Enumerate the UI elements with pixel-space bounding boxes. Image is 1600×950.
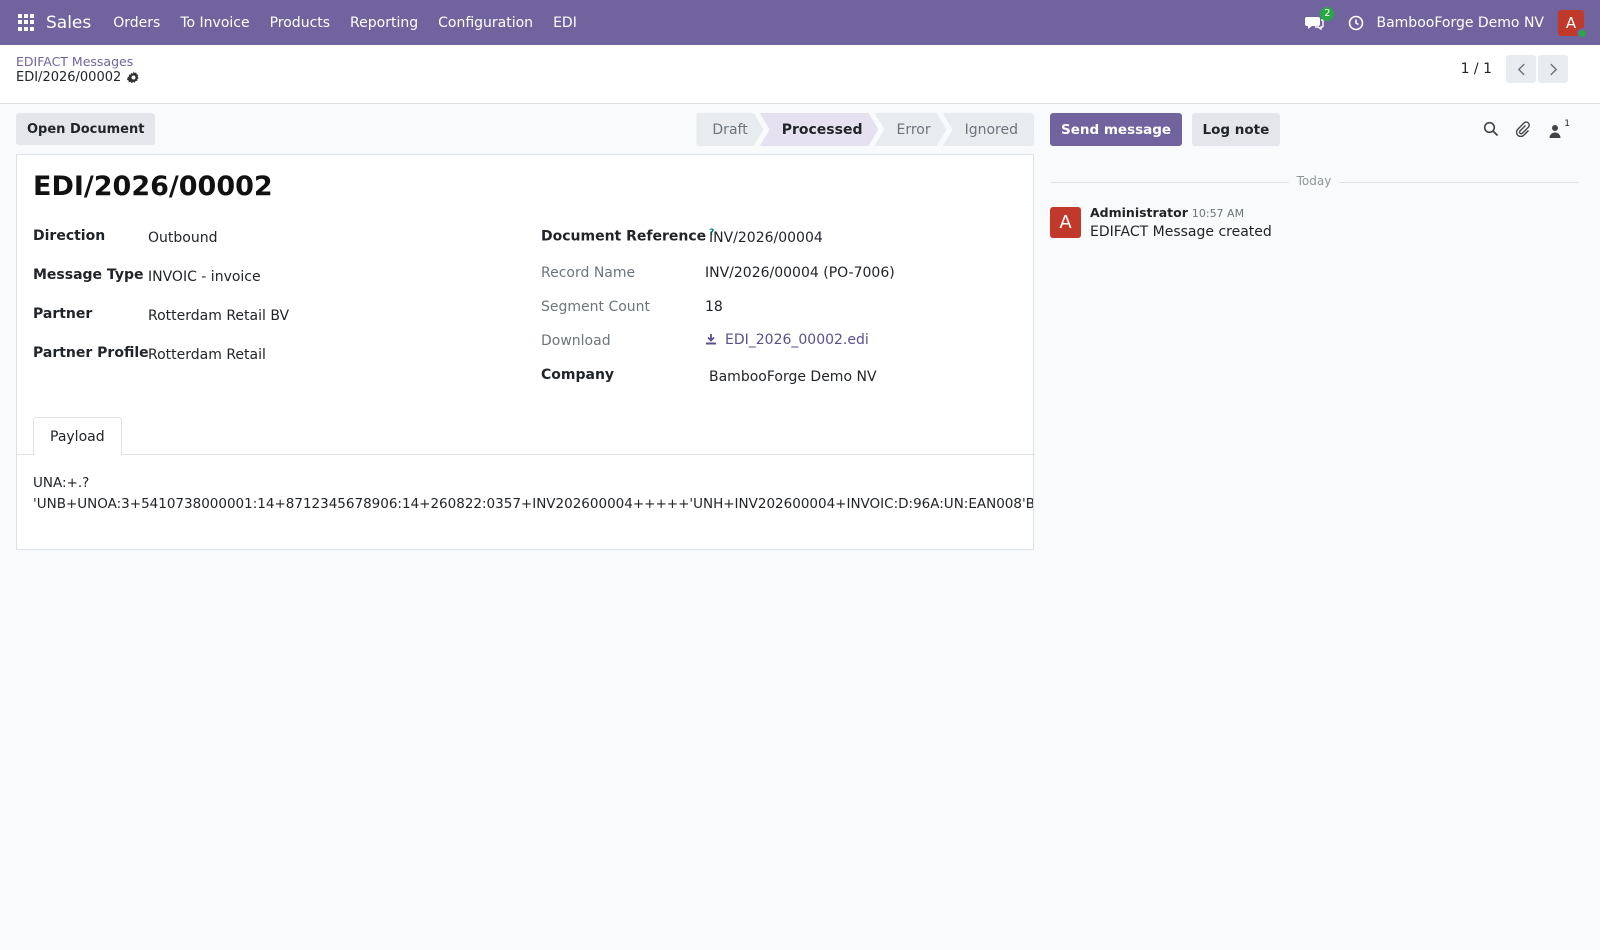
- payload-text: UNA:+.? 'UNB+UNOA:3+5410738000001:14+871…: [33, 473, 1033, 515]
- direction-value[interactable]: Outbound: [148, 230, 217, 246]
- menu-products[interactable]: Products: [260, 15, 340, 31]
- message-author-name[interactable]: Administrator: [1090, 205, 1188, 220]
- stage-ignored[interactable]: Ignored: [942, 113, 1034, 146]
- record-pager: 1 / 1: [1461, 55, 1568, 83]
- messages-icon[interactable]: 2: [1304, 6, 1335, 33]
- notebook-tabs: Payload: [17, 417, 1035, 456]
- chevron-left-icon: [1517, 63, 1525, 75]
- download-link[interactable]: EDI_2026_00002.edi: [705, 332, 869, 348]
- user-avatar-initial: A: [1565, 13, 1577, 32]
- breadcrumb-parent-link[interactable]: EDIFACT Messages: [16, 54, 133, 69]
- record-name-label: Record Name: [541, 265, 636, 281]
- breadcrumb-current-label: EDI/2026/00002: [16, 70, 122, 85]
- download-icon: [706, 334, 716, 345]
- pager-value[interactable]: 1 / 1: [1461, 61, 1492, 77]
- menu-orders[interactable]: Orders: [103, 15, 170, 31]
- app-grid-icon[interactable]: [18, 13, 36, 32]
- message-type-value[interactable]: INVOIC - invoice: [148, 269, 261, 285]
- payload-line-1: UNA:+.?: [33, 475, 90, 491]
- partner-value[interactable]: Rotterdam Retail BV: [148, 308, 289, 324]
- message-type-label: Message Type: [33, 267, 144, 283]
- send-message-button[interactable]: Send message: [1050, 113, 1183, 146]
- stage-draft[interactable]: Draft: [696, 113, 763, 146]
- segment-count-label: Segment Count: [541, 299, 651, 315]
- chevron-right-icon: [1549, 63, 1557, 75]
- followers-button[interactable]: 1: [1547, 119, 1570, 139]
- paperclip-icon[interactable]: [1515, 121, 1531, 141]
- online-status-dot: [1577, 27, 1588, 39]
- log-note-button[interactable]: Log note: [1191, 113, 1281, 146]
- control-panel: EDIFACT Messages EDI/2026/00002 1 / 1: [0, 45, 1600, 104]
- document-reference-label-text: Document Reference: [541, 228, 707, 245]
- chatter-message: A Administrator 10:57 AM EDIFACT Message …: [1050, 205, 1578, 245]
- menu-reporting[interactable]: Reporting: [340, 15, 428, 31]
- tab-payload[interactable]: Payload: [33, 417, 122, 456]
- stage-error[interactable]: Error: [874, 113, 946, 146]
- gear-icon[interactable]: [127, 71, 140, 84]
- partner-label: Partner: [33, 306, 93, 322]
- activity-clock-icon[interactable]: [1348, 15, 1364, 31]
- download-label: Download: [541, 333, 611, 349]
- date-separator: Today: [1050, 174, 1578, 190]
- pager-next-button[interactable]: [1538, 55, 1568, 83]
- segment-count-value: 18: [705, 299, 723, 315]
- date-separator-label: Today: [1288, 174, 1340, 188]
- user-avatar[interactable]: A: [1558, 9, 1588, 39]
- record-title: EDI/2026/00002: [33, 171, 273, 202]
- user-icon: [1549, 125, 1561, 138]
- form-sheet: EDI/2026/00002 Direction Outbound Messag…: [16, 154, 1035, 550]
- chatter-topbar: Send message Log note 1: [1050, 113, 1590, 146]
- download-filename[interactable]: EDI_2026_00002.edi: [725, 332, 869, 348]
- menu-to-invoice[interactable]: To Invoice: [170, 15, 259, 31]
- open-document-button[interactable]: Open Document: [16, 113, 156, 145]
- status-stages: Draft Processed Error Ignored: [696, 113, 1034, 146]
- partner-profile-value[interactable]: Rotterdam Retail: [148, 347, 266, 363]
- document-reference-value[interactable]: INV/2026/00004: [709, 230, 823, 246]
- company-switcher[interactable]: BambooForge Demo NV: [1376, 15, 1544, 31]
- stage-processed[interactable]: Processed: [760, 113, 879, 146]
- breadcrumb-current: EDI/2026/00002: [16, 70, 140, 85]
- message-author-avatar[interactable]: A: [1050, 207, 1081, 238]
- pager-previous-button[interactable]: [1506, 55, 1536, 83]
- search-icon[interactable]: [1483, 121, 1499, 141]
- top-navbar: Sales Orders To Invoice Products Reporti…: [0, 0, 1600, 45]
- document-reference-label: Document Reference?: [541, 228, 714, 245]
- message-time: 10:57 AM: [1191, 207, 1245, 220]
- followers-count: 1: [1564, 119, 1570, 129]
- menu-edi[interactable]: EDI: [543, 15, 587, 31]
- payload-line-2: 'UNB+UNOA:3+5410738000001:14+87123456789…: [33, 496, 1033, 512]
- message-body: EDIFACT Message created: [1090, 224, 1272, 240]
- partner-profile-label: Partner Profile: [33, 345, 149, 361]
- company-label: Company: [541, 367, 615, 383]
- message-author: Administrator 10:57 AM: [1090, 205, 1244, 220]
- chatter-tools: 1: [1483, 119, 1570, 141]
- record-name-value: INV/2026/00004 (PO-7006): [705, 265, 895, 281]
- direction-label: Direction: [33, 228, 106, 244]
- company-value[interactable]: BambooForge Demo NV: [709, 369, 877, 385]
- form-statusbar: Open Document Draft Processed Error Igno…: [16, 113, 1034, 146]
- messages-badge: 2: [1320, 6, 1335, 21]
- menu-configuration[interactable]: Configuration: [428, 15, 543, 31]
- app-name[interactable]: Sales: [46, 13, 91, 33]
